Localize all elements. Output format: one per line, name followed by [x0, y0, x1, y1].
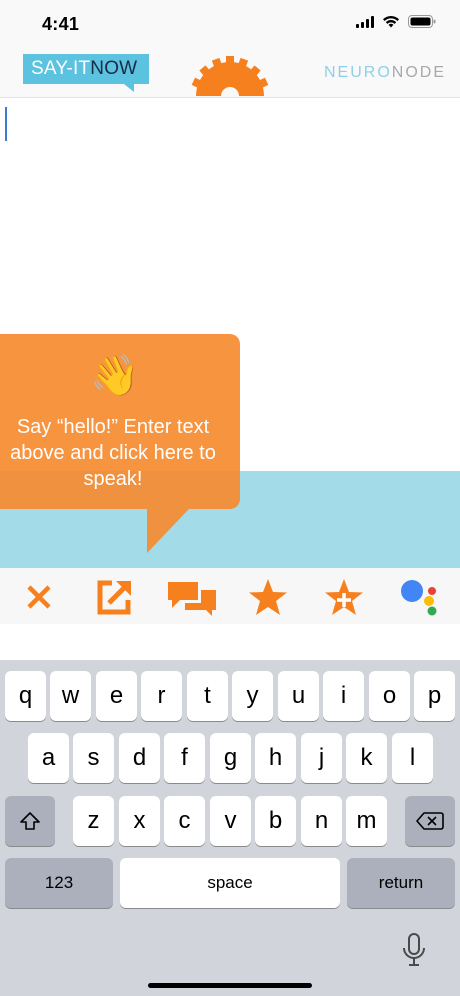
- cellular-signal-icon: [356, 15, 374, 28]
- key-k[interactable]: k: [346, 733, 387, 783]
- microphone-icon[interactable]: [400, 932, 428, 968]
- say-it-now-logo: SAY-ITNOW: [23, 54, 149, 84]
- clear-button[interactable]: [17, 578, 61, 616]
- space-key[interactable]: space: [120, 858, 340, 908]
- shift-icon: [20, 812, 40, 830]
- status-bar: 4:41: [0, 0, 460, 48]
- key-z[interactable]: z: [73, 796, 114, 846]
- settings-gear-icon[interactable]: [191, 52, 269, 96]
- return-key[interactable]: return: [347, 858, 455, 908]
- key-t[interactable]: t: [187, 671, 228, 721]
- wifi-icon: [383, 15, 399, 28]
- battery-icon: [408, 15, 436, 28]
- conversation-button[interactable]: [166, 578, 218, 616]
- key-h[interactable]: h: [255, 733, 296, 783]
- key-j[interactable]: j: [301, 733, 342, 783]
- favorites-button[interactable]: [246, 578, 290, 616]
- key-u[interactable]: u: [278, 671, 319, 721]
- key-r[interactable]: r: [141, 671, 182, 721]
- logo-node-text: NODE: [391, 64, 446, 81]
- waving-hand-icon: 👋: [90, 353, 140, 399]
- numbers-key[interactable]: 123: [5, 858, 113, 908]
- shift-key[interactable]: [5, 796, 55, 846]
- key-m[interactable]: m: [346, 796, 387, 846]
- key-w[interactable]: w: [50, 671, 91, 721]
- key-s[interactable]: s: [73, 733, 114, 783]
- key-n[interactable]: n: [301, 796, 342, 846]
- key-d[interactable]: d: [119, 733, 160, 783]
- key-p[interactable]: p: [414, 671, 455, 721]
- hello-tooltip[interactable]: 👋 Say “hello!” Enter text above and clic…: [0, 334, 240, 509]
- tooltip-text: Say “hello!” Enter text above and click …: [10, 416, 216, 490]
- add-favorite-icon: [325, 579, 363, 615]
- tooltip-tail: [147, 509, 189, 553]
- backspace-icon: [416, 812, 444, 830]
- key-q[interactable]: q: [5, 671, 46, 721]
- key-v[interactable]: v: [210, 796, 251, 846]
- delete-key[interactable]: [405, 796, 455, 846]
- share-icon: [97, 580, 131, 615]
- app-header: SAY-ITNOW NEURONODE: [0, 48, 460, 98]
- action-toolbar: [0, 568, 460, 624]
- add-favorite-button[interactable]: [322, 578, 366, 616]
- google-assistant-button[interactable]: [396, 578, 440, 616]
- neuronode-logo: NEURONODE: [324, 64, 446, 82]
- key-x[interactable]: x: [119, 796, 160, 846]
- home-indicator[interactable]: [148, 983, 312, 988]
- key-g[interactable]: g: [210, 733, 251, 783]
- chat-icon: [168, 582, 216, 616]
- text-cursor: [5, 107, 7, 141]
- key-a[interactable]: a: [28, 733, 69, 783]
- logo-say-it-text: SAY-IT: [31, 58, 91, 79]
- logo-now-text: NOW: [90, 58, 138, 79]
- key-y[interactable]: y: [232, 671, 273, 721]
- logo-tail: [124, 84, 134, 92]
- logo-neuro-text: NEURO: [323, 64, 392, 81]
- share-button[interactable]: [92, 578, 136, 616]
- key-f[interactable]: f: [164, 733, 205, 783]
- key-l[interactable]: l: [392, 733, 433, 783]
- star-icon: [249, 579, 287, 615]
- key-b[interactable]: b: [255, 796, 296, 846]
- google-assistant-icon: [401, 580, 437, 616]
- key-o[interactable]: o: [369, 671, 410, 721]
- key-i[interactable]: i: [323, 671, 364, 721]
- close-icon: [27, 585, 51, 609]
- key-c[interactable]: c: [164, 796, 205, 846]
- status-icons: [356, 15, 436, 28]
- status-time: 4:41: [42, 14, 80, 34]
- on-screen-keyboard: q w e r t y u i o p a s d f g h j k l z …: [0, 660, 460, 996]
- key-e[interactable]: e: [96, 671, 137, 721]
